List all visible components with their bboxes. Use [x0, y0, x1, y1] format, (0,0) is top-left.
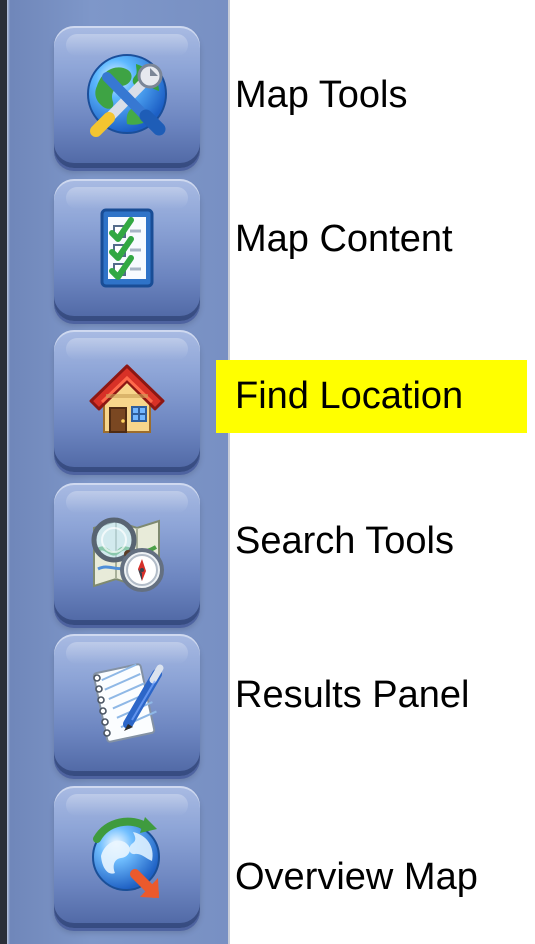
sidebar-item-label-search-tools[interactable]: Search Tools: [235, 522, 454, 560]
sidebar: [0, 0, 230, 944]
find-location-button[interactable]: [54, 330, 200, 472]
sidebar-item-label-overview-map[interactable]: Overview Map: [235, 858, 478, 896]
overview-map-button[interactable]: [54, 786, 200, 928]
sidebar-item-label-map-content[interactable]: Map Content: [235, 220, 453, 258]
results-panel-button[interactable]: [54, 634, 200, 776]
map-tools-button[interactable]: [54, 26, 200, 168]
globe-arrows-icon: [79, 806, 175, 906]
checklist-icon: [79, 199, 175, 299]
sidebar-item-label-map-tools[interactable]: Map Tools: [235, 76, 408, 114]
sidebar-item-label-find-location[interactable]: Find Location: [216, 360, 527, 433]
globe-tools-icon: [79, 46, 175, 146]
house-icon: [79, 350, 175, 450]
sidebar-item-label-results-panel[interactable]: Results Panel: [235, 676, 469, 714]
magnifier-compass-icon: [79, 503, 175, 603]
notepad-pen-icon: [79, 654, 175, 754]
search-tools-button[interactable]: [54, 483, 200, 625]
map-content-button[interactable]: [54, 179, 200, 321]
